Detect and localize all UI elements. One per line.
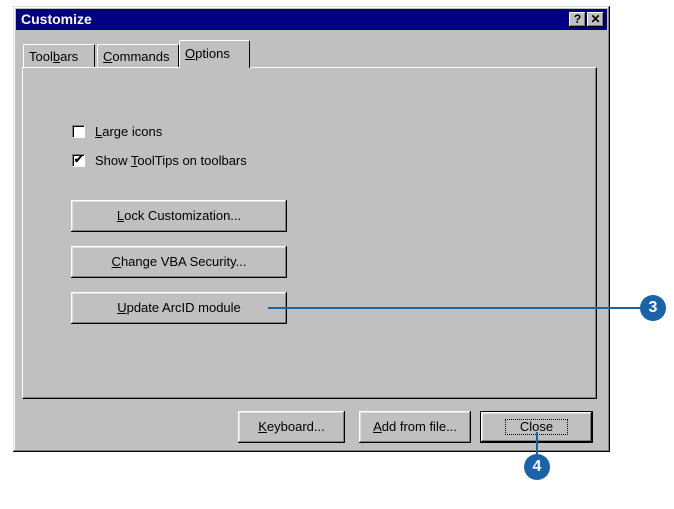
keyboard-button[interactable]: Keyboard...: [238, 411, 345, 443]
tab-toolbars-label-pre: Tool: [29, 49, 53, 64]
large-icons-label: Large icons: [95, 124, 162, 139]
help-button[interactable]: ?: [569, 12, 586, 27]
title-bar: Customize ? ✕: [16, 9, 607, 30]
add-from-file-accesskey: A: [373, 419, 382, 434]
large-icons-checkbox[interactable]: [72, 124, 85, 138]
options-panel: [22, 67, 597, 399]
callout-4-badge: 4: [524, 454, 550, 480]
add-from-file-label-post: dd from file...: [381, 419, 457, 434]
tab-commands[interactable]: Commands: [97, 44, 179, 67]
checkmark-icon: ✔: [73, 153, 84, 166]
add-from-file-button[interactable]: Add from file...: [359, 411, 471, 443]
update-arcid-module-accesskey: U: [117, 300, 127, 315]
show-tooltips-checkbox[interactable]: ✔: [72, 153, 85, 167]
tab-options-label-post: ptions: [195, 46, 230, 61]
keyboard-accesskey: K: [258, 419, 267, 434]
show-tooltips-label-pre: Show: [95, 152, 131, 168]
update-arcid-module-label-post: pdate ArcID module: [126, 300, 241, 315]
change-vba-security-button[interactable]: Change VBA Security...: [71, 246, 287, 278]
lock-customization-accesskey: L: [116, 208, 125, 223]
tab-options[interactable]: Options: [179, 40, 250, 68]
tab-toolbars-accesskey: b: [52, 49, 61, 64]
tab-options-accesskey: O: [185, 46, 196, 61]
large-icons-option[interactable]: Large icons: [72, 123, 162, 139]
show-tooltips-label: Show ToolTips on toolbars: [95, 153, 247, 168]
callout-3-badge: 3: [640, 295, 666, 321]
keyboard-label-post: eyboard...: [266, 419, 325, 434]
tab-toolbars-label-post: ars: [60, 49, 79, 64]
show-tooltips-label-post: oolTips on toolbars: [137, 152, 247, 168]
tab-commands-label-post: ommands: [112, 49, 170, 64]
change-vba-security-label-post: hange VBA Security...: [120, 254, 247, 269]
close-icon[interactable]: ✕: [587, 12, 604, 27]
change-vba-security-accesskey: C: [111, 254, 121, 269]
tab-toolbars[interactable]: Toolbars: [23, 44, 95, 67]
lock-customization-button[interactable]: Lock Customization...: [71, 200, 287, 232]
lock-customization-label-post: ock Customization...: [124, 208, 242, 223]
update-arcid-module-button[interactable]: Update ArcID module: [71, 292, 287, 324]
show-tooltips-option[interactable]: ✔ Show ToolTips on toolbars: [72, 152, 247, 168]
callout-3-leader: [268, 307, 642, 309]
window-title: Customize: [21, 11, 92, 27]
large-icons-label-post: arge icons: [102, 123, 163, 139]
tab-commands-accesskey: C: [103, 49, 113, 64]
